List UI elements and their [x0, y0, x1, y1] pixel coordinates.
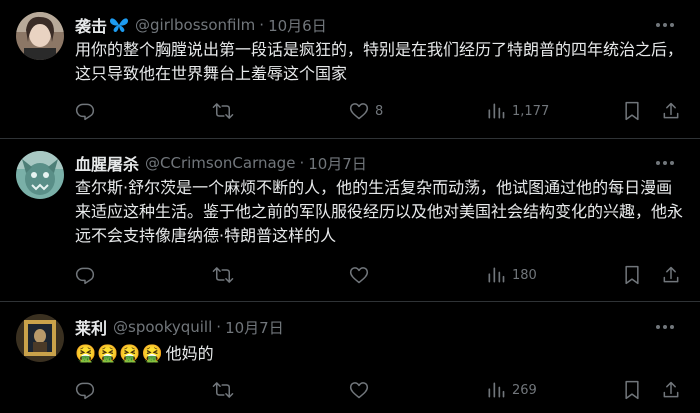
reply-button[interactable]: [75, 265, 95, 285]
retweet-button[interactable]: [212, 101, 234, 121]
display-name[interactable]: 莱利: [75, 315, 107, 339]
separator-dot: ·: [259, 16, 265, 34]
reply-icon: [75, 380, 95, 400]
emoji-sequence: 🤮🤮🤮🤮: [75, 344, 164, 364]
butterfly-icon: [109, 16, 129, 34]
tweet-text: 用你的整个胸膛说出第一段话是疯狂的，特别是在我们经历了特朗普的四年统治之后，这只…: [75, 40, 684, 83]
tweet-date[interactable]: 10月6日: [268, 15, 327, 36]
share-button[interactable]: [661, 265, 681, 285]
like-button[interactable]: [349, 265, 369, 285]
view-count: 180: [512, 267, 537, 283]
separator-dot: ·: [299, 154, 305, 172]
retweet-icon: [212, 101, 234, 121]
avatar[interactable]: [16, 12, 64, 60]
more-icon[interactable]: [653, 153, 677, 173]
user-handle[interactable]: @CCrimsonCarnage: [145, 154, 295, 172]
reply-icon: [75, 101, 95, 121]
bookmark-button[interactable]: [623, 265, 641, 285]
bookmark-icon: [623, 101, 641, 121]
bookmark-button[interactable]: [623, 101, 641, 121]
reply-button[interactable]: [75, 380, 95, 400]
share-icon: [661, 101, 681, 121]
share-button[interactable]: [661, 101, 681, 121]
tweet-header: 袭击 @girlbossonfilm · 10月6日: [75, 13, 327, 37]
views-icon: [486, 101, 506, 121]
view-count: 269: [512, 382, 537, 398]
display-name[interactable]: 血腥屠杀: [75, 151, 139, 175]
views-icon: [486, 265, 506, 285]
tweet-date[interactable]: 10月7日: [308, 153, 367, 174]
avatar[interactable]: [16, 151, 64, 199]
like-icon: [349, 101, 369, 121]
tweet-text-body: 他妈的: [165, 344, 214, 363]
tweet-header: 血腥屠杀 @CCrimsonCarnage · 10月7日: [75, 151, 367, 175]
display-name[interactable]: 袭击: [75, 13, 107, 37]
tweet-1[interactable]: 袭击 @girlbossonfilm · 10月6日 用你的整个胸膛说出第一段话…: [0, 0, 700, 138]
tweet-date[interactable]: 10月7日: [225, 317, 284, 338]
bookmark-icon: [623, 265, 641, 285]
reply-icon: [75, 265, 95, 285]
like-count: 8: [375, 103, 384, 119]
views-icon: [486, 380, 506, 400]
view-count: 1,177: [512, 103, 550, 119]
share-icon: [661, 265, 681, 285]
like-button[interactable]: [349, 380, 369, 400]
share-icon: [661, 380, 681, 400]
views-button[interactable]: 269: [486, 380, 537, 400]
retweet-icon: [212, 380, 234, 400]
retweet-button[interactable]: [212, 380, 234, 400]
like-icon: [349, 265, 369, 285]
user-handle[interactable]: @spookyquill: [113, 318, 212, 336]
separator-dot: ·: [216, 318, 222, 336]
avatar[interactable]: [16, 314, 64, 362]
retweet-button[interactable]: [212, 265, 234, 285]
more-icon[interactable]: [653, 317, 677, 337]
retweet-icon: [212, 265, 234, 285]
tweet-text: 查尔斯·舒尔茨是一个麻烦不断的人，他的生活复杂而动荡，他试图通过他的每日漫画来适…: [75, 178, 684, 245]
like-icon: [349, 380, 369, 400]
tweet-2[interactable]: 血腥屠杀 @CCrimsonCarnage · 10月7日 查尔斯·舒尔茨是一个…: [0, 139, 700, 301]
views-button[interactable]: 1,177: [486, 101, 549, 121]
user-handle[interactable]: @girlbossonfilm: [135, 16, 255, 34]
share-button[interactable]: [661, 380, 681, 400]
reply-button[interactable]: [75, 101, 95, 121]
like-button[interactable]: 8: [349, 101, 383, 121]
bookmark-icon: [623, 380, 641, 400]
tweet-header: 莱利 @spookyquill · 10月7日: [75, 315, 284, 339]
views-button[interactable]: 180: [486, 265, 537, 285]
more-icon[interactable]: [653, 15, 677, 35]
tweet-text: 🤮🤮🤮🤮 他妈的: [75, 342, 685, 366]
bookmark-button[interactable]: [623, 380, 641, 400]
tweet-3[interactable]: 莱利 @spookyquill · 10月7日 🤮🤮🤮🤮 他妈的 269: [0, 302, 700, 413]
